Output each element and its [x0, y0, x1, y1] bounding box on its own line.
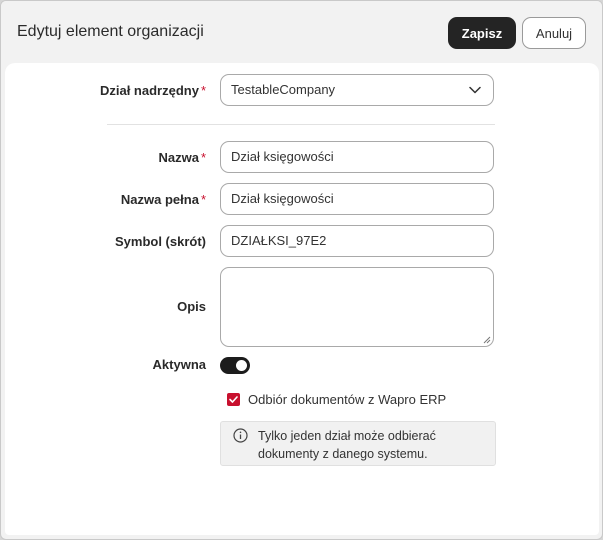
info-circle-icon — [233, 428, 248, 443]
parent-department-label: Dział nadrzędny * — [100, 83, 206, 98]
description-label: Opis — [177, 299, 206, 314]
full-name-label: Nazwa pełna * — [121, 192, 206, 207]
active-label-text: Aktywna — [152, 357, 206, 372]
name-input[interactable]: Dział księgowości — [220, 141, 494, 173]
section-divider — [107, 124, 495, 125]
active-toggle[interactable] — [220, 357, 250, 374]
parent-department-select[interactable]: TestableCompany — [220, 74, 494, 106]
dialog-title: Edytuj element organizacji — [17, 23, 204, 40]
required-mark: * — [200, 83, 206, 98]
symbol-label-text: Symbol (skrót) — [114, 234, 206, 249]
edit-organization-dialog: Edytuj element organizacji Zapisz Anuluj… — [0, 0, 603, 540]
dialog-body: Dział nadrzędny * TestableCompany Nazwa * … — [5, 63, 599, 535]
name-label: Nazwa * — [158, 150, 206, 165]
receive-documents-checkbox[interactable] — [227, 393, 240, 406]
resize-handle-icon[interactable] — [483, 336, 491, 344]
symbol-input[interactable]: DZIAŁKSI_97E2 — [220, 225, 494, 257]
description-textarea[interactable] — [220, 267, 494, 347]
save-button[interactable]: Zapisz — [448, 17, 516, 49]
active-label: Aktywna — [153, 357, 206, 372]
description-label-text: Opis — [177, 299, 206, 314]
parent-department-value: TestableCompany — [231, 82, 336, 97]
parent-department-label-text: Dział nadrzędny — [99, 83, 199, 98]
chevron-down-icon — [469, 86, 481, 94]
full-name-value: Dział księgowości — [231, 191, 334, 206]
toggle-knob — [236, 360, 247, 371]
required-mark: * — [200, 150, 206, 165]
dialog-header: Edytuj element organizacji Zapisz Anuluj — [1, 1, 602, 63]
symbol-label: Symbol (skrót) — [115, 234, 206, 249]
checkmark-icon — [229, 396, 238, 403]
name-value: Dział księgowości — [231, 149, 334, 164]
info-text: Tylko jeden dział może odbierać dokument… — [258, 429, 436, 461]
name-label-text: Nazwa — [158, 150, 199, 165]
full-name-label-text: Nazwa pełna — [120, 192, 199, 207]
receive-documents-label[interactable]: Odbiór dokumentów z Wapro ERP — [248, 392, 446, 407]
info-box: Tylko jeden dział może odbierać dokument… — [220, 421, 496, 466]
symbol-value: DZIAŁKSI_97E2 — [231, 233, 327, 248]
full-name-input[interactable]: Dział księgowości — [220, 183, 494, 215]
required-mark: * — [200, 192, 206, 207]
cancel-button[interactable]: Anuluj — [522, 17, 586, 49]
